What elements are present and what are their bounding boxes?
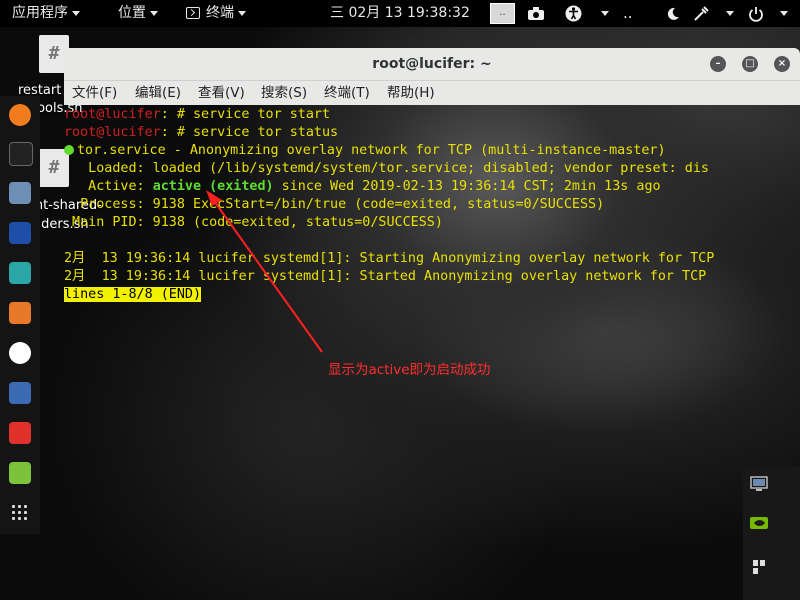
- display-icon[interactable]: [749, 475, 777, 509]
- notification-tray: [743, 467, 800, 600]
- tray-edge-icon[interactable]: [789, 475, 800, 509]
- annotation-text: 显示为active即为启动成功: [328, 362, 491, 378]
- nvidia-icon[interactable]: [749, 515, 777, 549]
- workspace-icon[interactable]: [749, 557, 777, 591]
- annotation-arrow: [206, 190, 323, 353]
